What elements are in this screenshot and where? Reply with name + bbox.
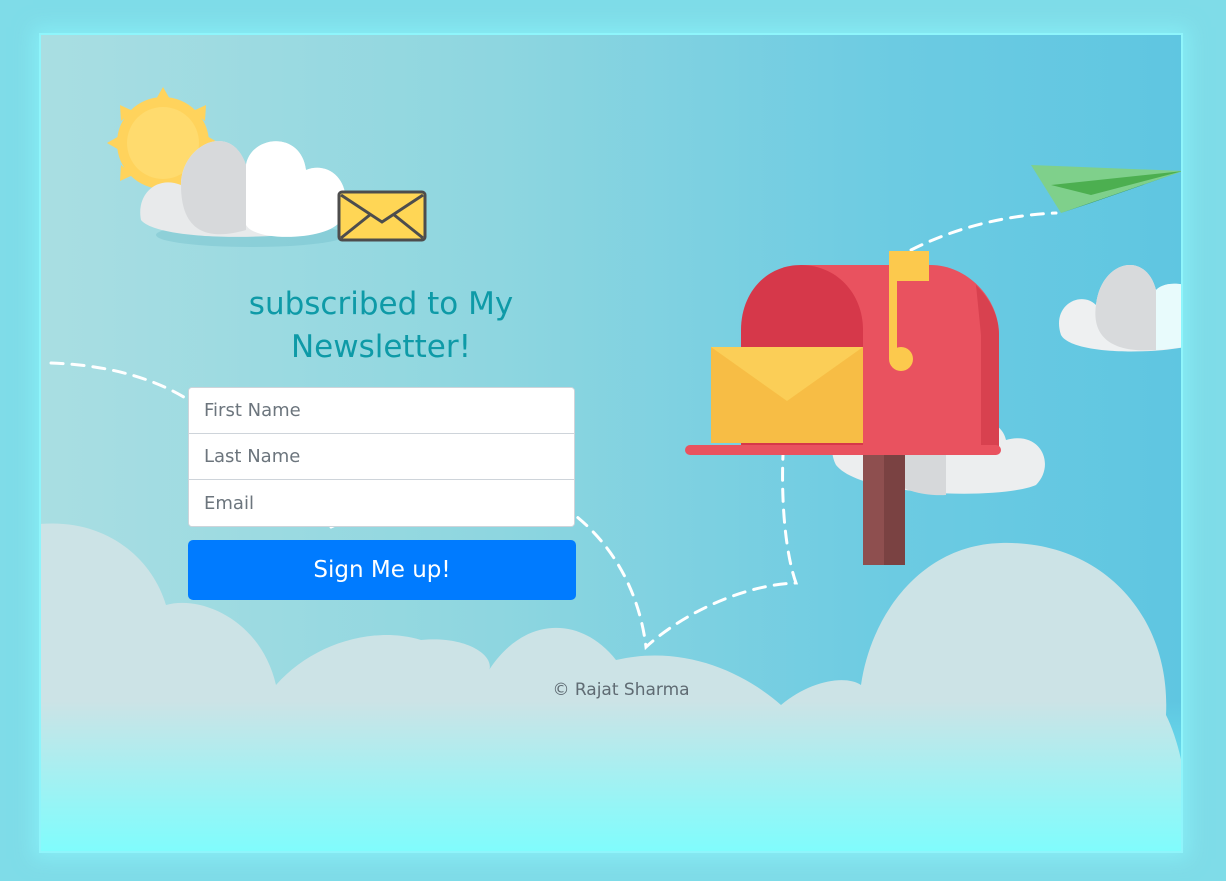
- field-group: [188, 387, 575, 527]
- email-field[interactable]: [189, 480, 574, 526]
- paper-plane-icon: [1031, 165, 1181, 213]
- first-name-field[interactable]: [189, 388, 574, 434]
- last-name-field[interactable]: [189, 434, 574, 480]
- bottom-glow: [41, 701, 1181, 851]
- signup-form: Sign Me up!: [188, 387, 576, 600]
- page-title: subscribed to My Newsletter!: [248, 286, 514, 365]
- newsletter-card: subscribed to My Newsletter! Sign Me up!…: [39, 33, 1183, 853]
- sign-up-button[interactable]: Sign Me up!: [188, 540, 576, 600]
- mailbox-icon: [685, 251, 1001, 565]
- cloud-icon: [1059, 264, 1181, 352]
- envelope-icon: [337, 190, 427, 242]
- copyright-footer: © Rajat Sharma: [552, 680, 690, 700]
